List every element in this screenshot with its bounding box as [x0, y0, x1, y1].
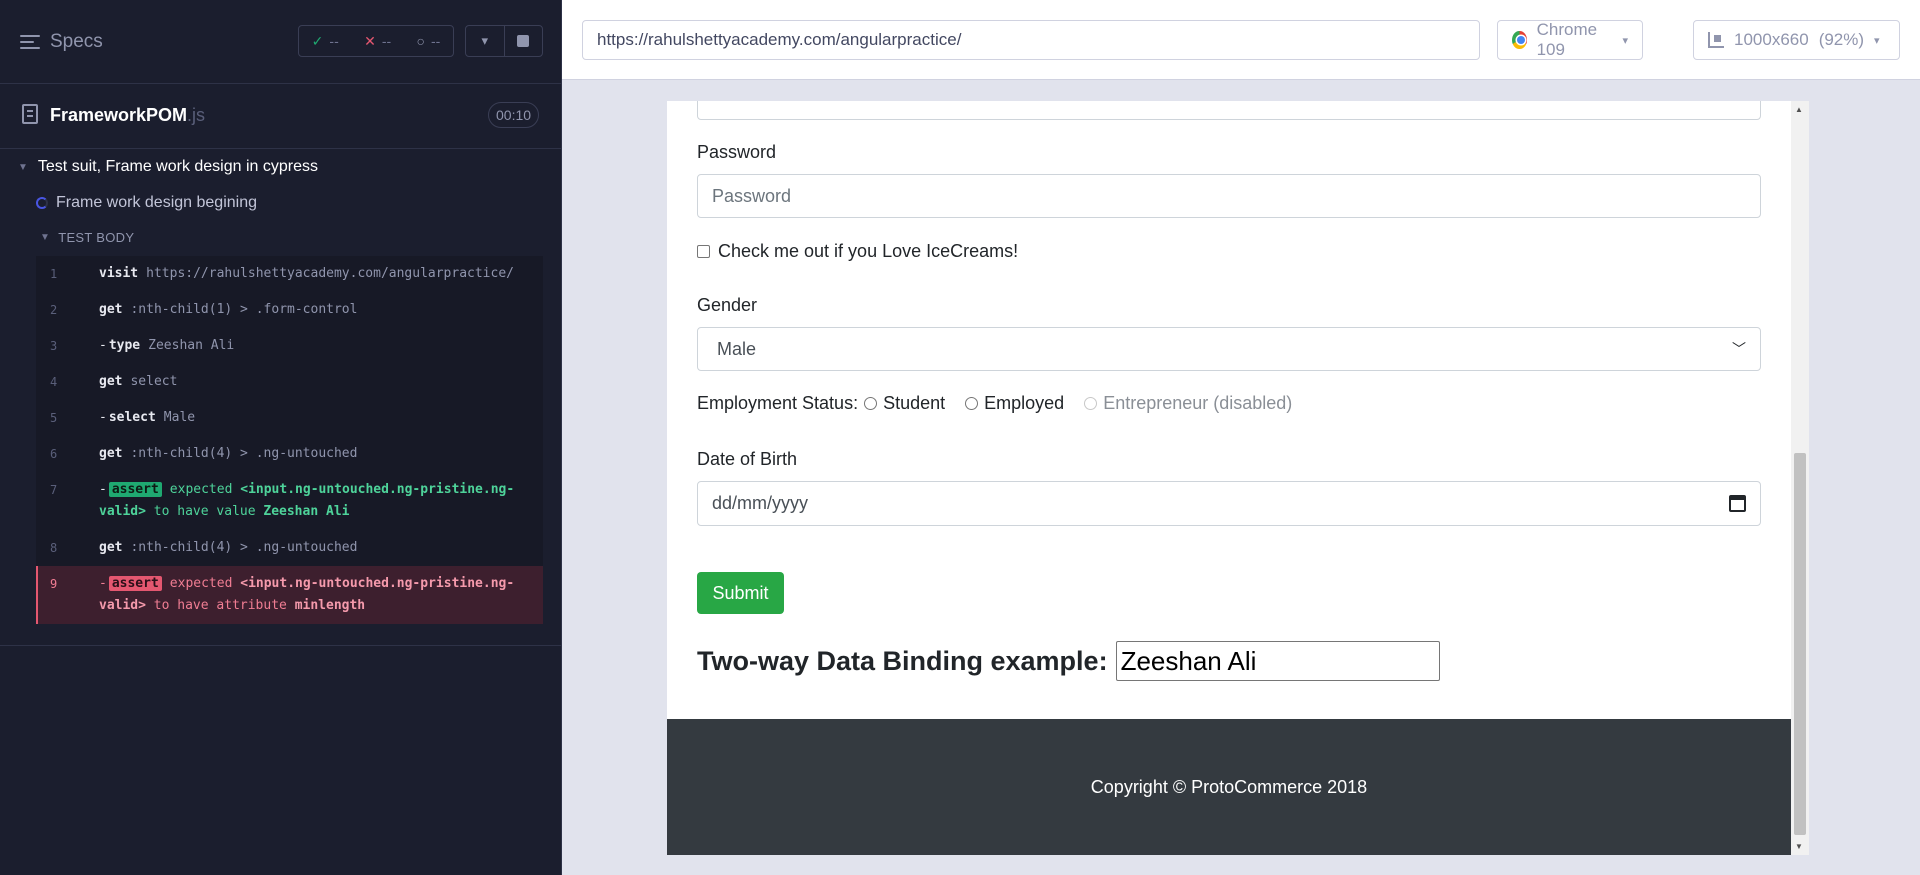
password-input[interactable]: Password — [697, 174, 1761, 218]
dob-input[interactable]: dd/mm/yyyy — [697, 481, 1761, 526]
stat-passed: ✓ -- — [311, 32, 339, 49]
chevron-down-icon: ▾ — [1874, 34, 1880, 47]
specs-label: Specs — [50, 31, 103, 52]
runner-controls: ▾ — [465, 25, 543, 57]
email-field[interactable] — [697, 101, 1761, 120]
file-icon — [22, 104, 38, 124]
password-label: Password — [697, 142, 777, 162]
entrepreneur-radio — [1084, 397, 1098, 410]
binding-heading: Two-way Data Binding example: — [697, 645, 1108, 676]
dob-label: Date of Birth — [697, 449, 798, 469]
two-way-binding: Two-way Data Binding example: Zeeshan Al… — [697, 641, 1440, 681]
chrome-icon — [1512, 31, 1527, 49]
url-bar[interactable]: https://rahulshettyacademy.com/angularpr… — [582, 20, 1480, 60]
gender-select[interactable]: Male ﹀ — [697, 327, 1761, 371]
page-footer: Copyright © ProtoCommerce 2018 — [667, 719, 1791, 855]
x-icon: ✕ — [364, 32, 376, 49]
employment-status: Employment Status: Student Employed Entr… — [697, 393, 1293, 413]
stop-button[interactable] — [503, 26, 543, 56]
scroll-thumb[interactable] — [1794, 453, 1806, 835]
test-title[interactable]: Frame work design begining — [36, 194, 257, 212]
spec-file-header: FrameworkPOM.js 00:10 — [0, 85, 562, 149]
student-radio[interactable] — [864, 397, 878, 410]
browser-selector[interactable]: Chrome 109 ▾ — [1497, 20, 1643, 60]
specs-toggle-button[interactable]: Specs — [20, 31, 103, 53]
running-spinner-icon — [36, 197, 48, 209]
command-row[interactable]: 8 get:nth-child(4) > .ng-untouched — [36, 530, 543, 566]
submit-button[interactable]: Submit — [697, 572, 784, 614]
assert-badge: assert — [108, 482, 162, 497]
scroll-up-icon[interactable]: ▲ — [1795, 105, 1803, 114]
stat-pending: ○ -- — [416, 33, 441, 49]
command-row[interactable]: 4 get select — [36, 364, 543, 400]
specs-header: Specs ✓ -- ✕ -- ○ -- ▾ — [0, 0, 562, 84]
chevron-down-icon: ▼ — [40, 232, 51, 243]
test-body-toggle[interactable]: ▼ TEST BODY — [40, 230, 134, 245]
icecream-checkbox[interactable] — [697, 245, 710, 258]
command-row-assert-fail[interactable]: 9 - assert expected <input.ng-untouched.ng… — [36, 566, 543, 624]
calendar-icon[interactable] — [1729, 495, 1746, 512]
command-row[interactable]: 6 get:nth-child(4) > .ng-untouched — [36, 436, 543, 472]
command-row[interactable]: 1 visit https://rahulshettyacademy.com/an… — [36, 256, 543, 292]
test-stats: ✓ -- ✕ -- ○ -- — [298, 25, 454, 57]
collapse-button[interactable]: ▾ — [466, 26, 504, 56]
chevron-down-icon: ▾ — [481, 33, 489, 48]
chevron-down-icon: ﹀ — [1732, 341, 1746, 357]
browser-toolbar: https://rahulshettyacademy.com/angularpr… — [562, 0, 1920, 80]
viewport-icon — [1708, 32, 1724, 48]
spinner-icon: ○ — [416, 33, 425, 49]
specs-list-icon — [20, 34, 40, 50]
check-icon: ✓ — [311, 32, 324, 49]
aut-scrollbar[interactable]: ▲ ▼ — [1791, 101, 1809, 855]
icecream-checkbox-row: Check me out if you Love IceCreams! — [697, 241, 1018, 262]
aut-page: Password Password Check me out if you Lo… — [667, 101, 1791, 855]
cypress-runner-panel: Specs ✓ -- ✕ -- ○ -- ▾ FrameworkPOM.js 00:1… — [0, 0, 562, 875]
chevron-down-icon: ▾ — [1622, 34, 1628, 47]
scroll-down-icon[interactable]: ▼ — [1795, 842, 1803, 851]
command-log: 1 visit https://rahulshettyacademy.com/an… — [36, 256, 543, 624]
gender-label: Gender — [697, 295, 758, 315]
suite-title[interactable]: ▼ Test suit, Frame work design in cypres… — [18, 158, 318, 176]
chevron-down-icon: ▼ — [18, 161, 28, 173]
stop-icon — [517, 35, 530, 47]
stat-failed: ✕ -- — [364, 32, 392, 49]
command-row[interactable]: 2 get:nth-child(1) > .form-control — [36, 292, 543, 328]
assert-badge: assert — [108, 576, 162, 591]
viewport-selector[interactable]: 1000x660 (92%) ▾ — [1693, 20, 1900, 60]
duration-badge: 00:10 — [488, 102, 540, 128]
command-row[interactable]: 3 - type Zeeshan Ali — [36, 328, 543, 364]
divider — [0, 645, 562, 646]
spec-file-name[interactable]: FrameworkPOM.js — [50, 105, 205, 126]
binding-input[interactable]: Zeeshan Ali — [1115, 641, 1440, 681]
employed-radio[interactable] — [965, 397, 979, 410]
command-row[interactable]: 5 - select Male — [36, 400, 543, 436]
command-row-assert-pass[interactable]: 7 - assert expected <input.ng-untouched.ng… — [36, 472, 543, 530]
app-under-test-frame: Password Password Check me out if you Lo… — [667, 101, 1809, 855]
